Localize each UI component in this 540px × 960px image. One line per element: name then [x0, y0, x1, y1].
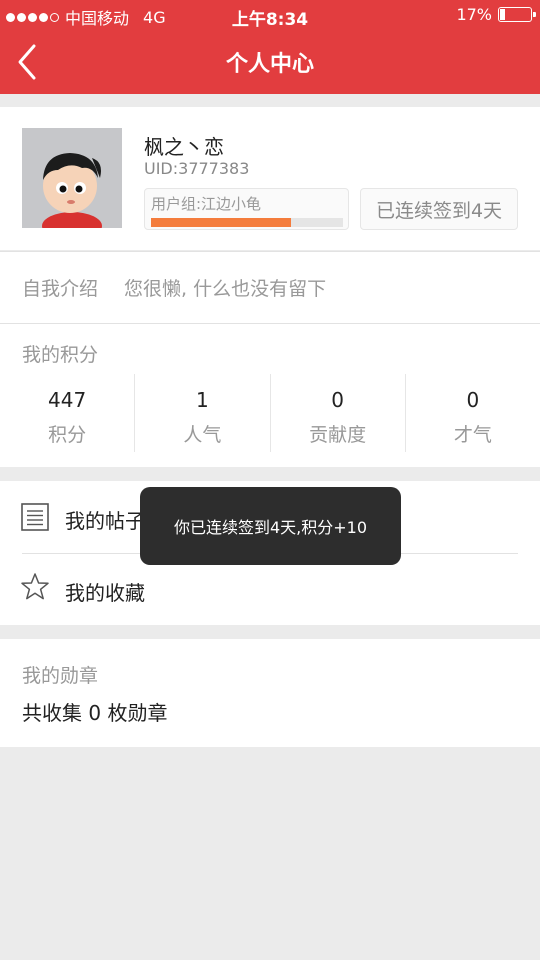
avatar[interactable] — [22, 128, 122, 228]
points-stats: 447 积分 1 人气 0 贡献度 0 才气 — [0, 374, 540, 452]
stat-label: 贡献度 — [309, 424, 367, 446]
level-progress-bar — [151, 218, 343, 227]
menu-label-my-posts: 我的帖子 — [65, 509, 145, 533]
user-group-label: 用户组:江边小龟 — [151, 195, 262, 213]
points-section: 我的积分 447 积分 1 人气 0 贡献度 0 才气 — [0, 323, 540, 467]
stat-value: 0 — [331, 388, 344, 412]
avatar-image — [22, 128, 122, 228]
stat-popularity: 1 人气 — [135, 374, 271, 452]
medals-section[interactable]: 我的勋章 共收集 0 枚勋章 — [0, 639, 540, 747]
stat-label: 积分 — [48, 424, 87, 446]
battery-percent: 17% — [456, 5, 492, 24]
stat-value: 0 — [466, 388, 480, 412]
toast-message: 你已连续签到4天,积分+10 — [140, 487, 401, 565]
star-icon — [21, 573, 49, 600]
battery-icon — [498, 7, 536, 22]
status-right: 17% — [456, 5, 536, 24]
stat-points: 447 积分 — [0, 374, 136, 452]
self-intro-text: 您很懒, 什么也没有留下 — [124, 278, 327, 300]
points-title: 我的积分 — [22, 344, 99, 366]
user-id: UID:3777383 — [144, 159, 250, 178]
medals-title: 我的勋章 — [22, 665, 99, 687]
document-icon — [21, 503, 49, 531]
nav-bar: 个人中心 — [0, 30, 540, 94]
stat-value: 447 — [48, 388, 87, 412]
self-intro-label: 自我介绍 — [22, 278, 99, 300]
stat-contribution: 0 贡献度 — [271, 374, 406, 452]
top-bar: 中国移动 4G 上午8:34 17% 个人中心 — [0, 0, 540, 94]
stat-label: 人气 — [183, 424, 222, 446]
status-bar: 中国移动 4G 上午8:34 17% — [0, 0, 540, 30]
stat-label: 才气 — [453, 424, 492, 446]
menu-label-my-favorites: 我的收藏 — [65, 581, 145, 605]
stat-talent: 0 才气 — [406, 374, 540, 452]
user-group-box: 用户组:江边小龟 — [144, 188, 349, 230]
stat-value: 1 — [196, 388, 209, 412]
username: 枫之丶恋 — [144, 135, 224, 159]
profile-card: 枫之丶恋 UID:3777383 用户组:江边小龟 已连续签到4天 — [0, 107, 540, 250]
medals-count: 共收集 0 枚勋章 — [22, 701, 168, 725]
self-intro-row[interactable]: 自我介绍 您很懒, 什么也没有留下 — [0, 251, 540, 323]
page-title: 个人中心 — [225, 52, 314, 77]
signin-button[interactable]: 已连续签到4天 — [360, 188, 518, 230]
level-progress-fill — [151, 218, 292, 227]
